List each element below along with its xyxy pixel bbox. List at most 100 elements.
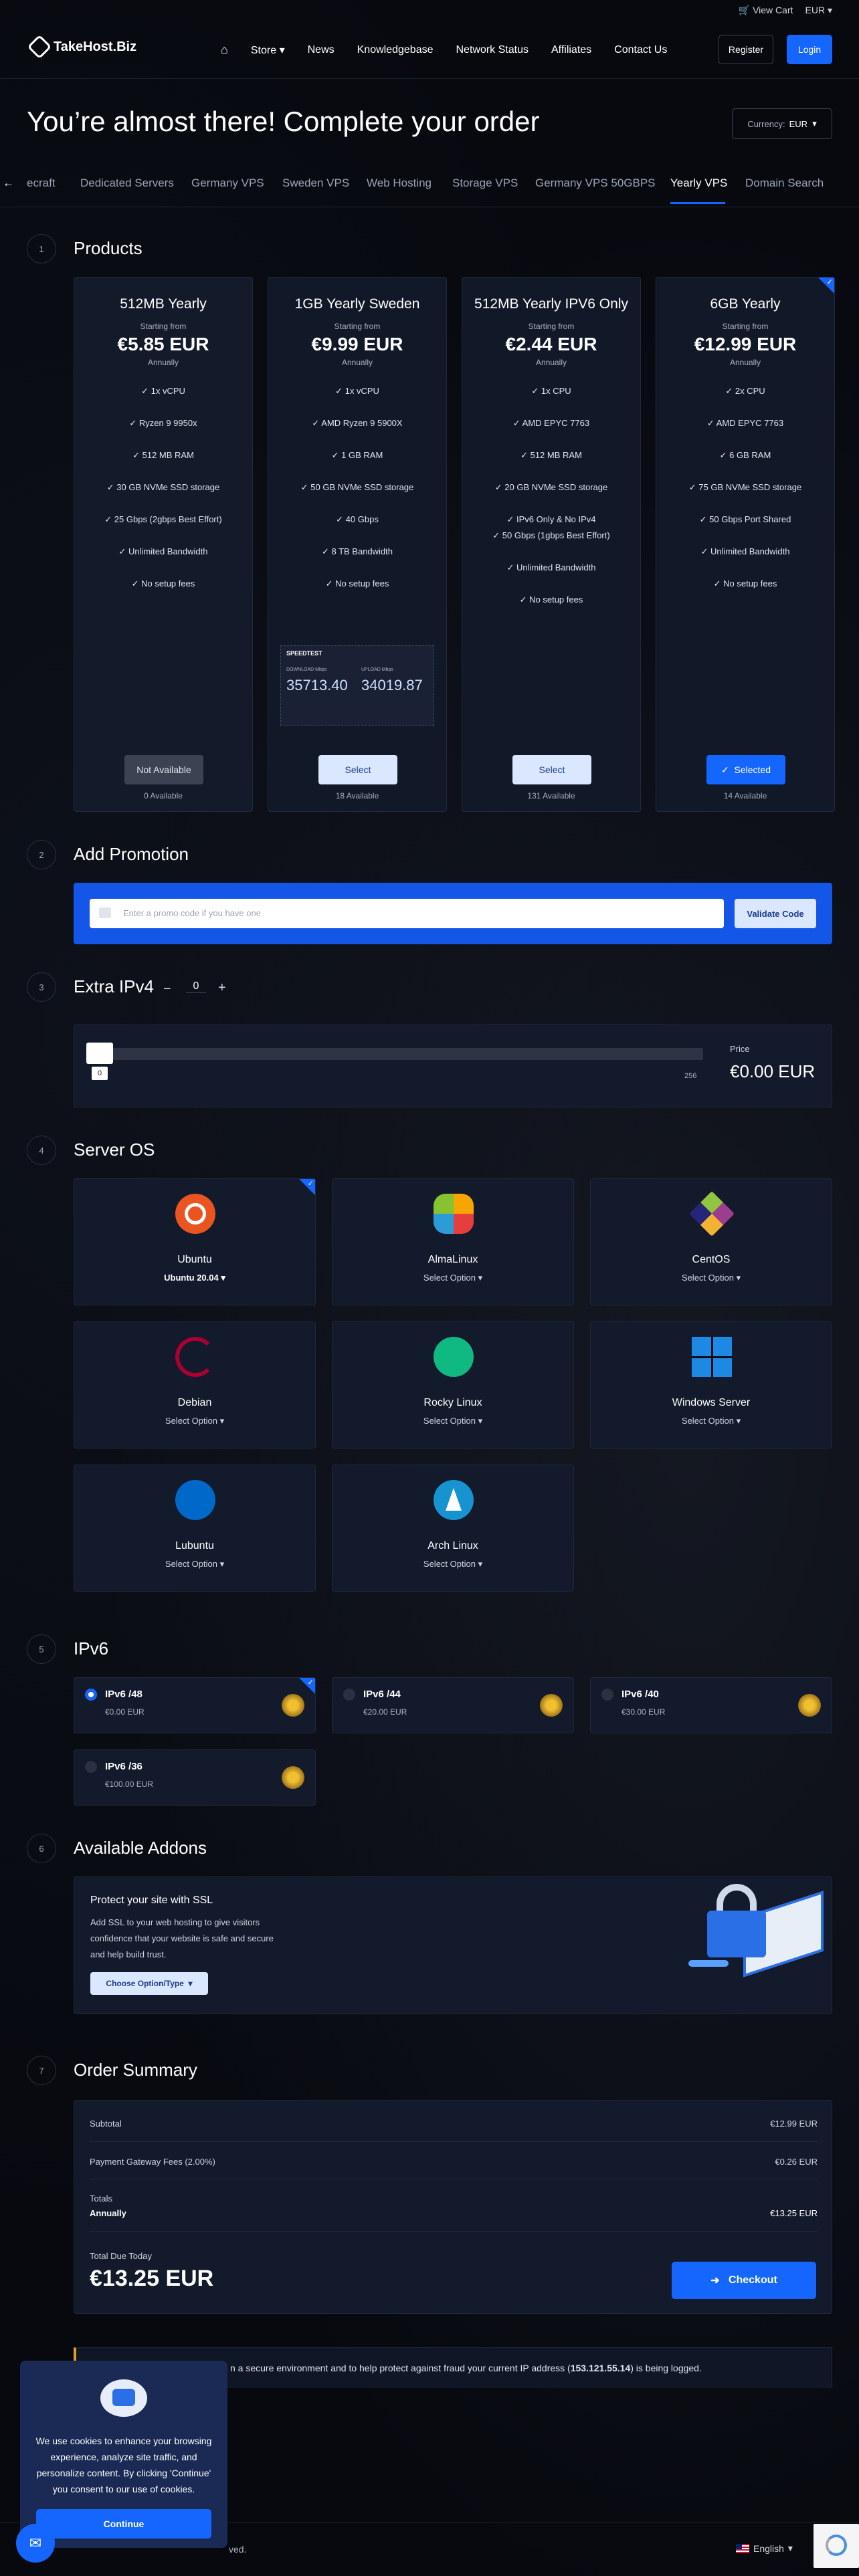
product-feature: ✓ 1x vCPU bbox=[141, 386, 185, 396]
tab-germany-vps-50gbps[interactable]: Germany VPS 50GBPS bbox=[535, 177, 656, 190]
tab-dedicated-servers[interactable]: Dedicated Servers bbox=[80, 177, 174, 190]
product-feature: ✓ No setup fees bbox=[713, 578, 777, 588]
product-feature: ✓ AMD Ryzen 9 5900X bbox=[312, 418, 403, 428]
select-button[interactable]: Select bbox=[318, 755, 397, 784]
tabs-scroll-left-icon[interactable]: ← bbox=[3, 177, 14, 190]
product-name: 512MB Yearly bbox=[120, 296, 207, 312]
language-selector[interactable]: English ▾ bbox=[736, 2543, 793, 2554]
nav-item-contact[interactable]: Contact Us bbox=[614, 44, 667, 56]
nav-item-news[interactable]: News bbox=[308, 44, 335, 56]
step-number: 1 bbox=[27, 234, 56, 263]
tab-minecraft[interactable]: ecraft bbox=[27, 177, 56, 190]
os-version-dropdown[interactable]: Select Option ▾ bbox=[332, 1416, 573, 1426]
chat-icon[interactable]: ✉ bbox=[16, 2524, 55, 2563]
os-card-debian[interactable]: Debian Select Option ▾ bbox=[74, 1321, 316, 1448]
currency-selector[interactable]: Currency: EUR ▾ bbox=[732, 108, 832, 139]
ipv4-quantity-input[interactable]: 0 bbox=[186, 980, 206, 993]
increment-button[interactable]: + bbox=[218, 980, 226, 996]
tab-germany-vps[interactable]: Germany VPS bbox=[191, 177, 264, 190]
product-price: €2.44 EUR bbox=[505, 334, 597, 354]
divider bbox=[90, 2231, 818, 2232]
decrement-button[interactable]: − bbox=[163, 982, 171, 997]
os-card-almalinux[interactable]: AlmaLinux Select Option ▾ bbox=[332, 1178, 574, 1305]
os-version-dropdown[interactable]: Select Option ▾ bbox=[591, 1273, 832, 1283]
cart-link[interactable]: 🛒 View Cart bbox=[739, 5, 793, 16]
os-name: AlmaLinux bbox=[427, 1254, 478, 1265]
tab-yearly-vps[interactable]: Yearly VPS bbox=[670, 177, 727, 190]
ipv6-option[interactable]: IPv6 /36 €100.00 EUR bbox=[74, 1749, 316, 1806]
checkout-label: Checkout bbox=[728, 2274, 777, 2286]
home-icon[interactable]: ⌂ bbox=[221, 43, 228, 57]
cookie-icon bbox=[100, 2379, 147, 2417]
radio-button[interactable] bbox=[85, 1761, 97, 1773]
view-cart-label: View Cart bbox=[753, 4, 793, 15]
ipv6-option-selected[interactable]: ✓ IPv6 /48 €0.00 EUR bbox=[74, 1677, 316, 1733]
os-card-windows-server[interactable]: Windows Server Select Option ▾ bbox=[590, 1321, 832, 1448]
subtotal-label: Subtotal bbox=[90, 2119, 122, 2129]
radio-button[interactable] bbox=[601, 1689, 613, 1701]
os-version-dropdown[interactable]: Select Option ▾ bbox=[74, 1559, 315, 1570]
register-button[interactable]: Register bbox=[719, 35, 773, 64]
promo-placeholder: Enter a promo code if you have one bbox=[123, 908, 261, 918]
ipv6-option[interactable]: IPv6 /40 €30.00 EUR bbox=[590, 1677, 832, 1733]
nav-item-network-status[interactable]: Network Status bbox=[456, 44, 529, 56]
radio-button[interactable] bbox=[343, 1689, 355, 1701]
section-title-products: Products bbox=[74, 238, 142, 258]
promo-input[interactable]: Enter a promo code if you have one bbox=[90, 899, 724, 928]
nav-item-knowledgebase[interactable]: Knowledgebase bbox=[357, 44, 434, 56]
os-card-lubuntu[interactable]: Lubuntu Select Option ▾ bbox=[74, 1465, 316, 1592]
subtotal-row: Subtotal €12.99 EUR bbox=[90, 2119, 818, 2129]
os-card-rocky-linux[interactable]: Rocky Linux Select Option ▾ bbox=[332, 1321, 574, 1448]
os-version-dropdown[interactable]: Select Option ▾ bbox=[591, 1416, 832, 1426]
nav-item-affiliates[interactable]: Affiliates bbox=[551, 44, 591, 56]
product-feature: ✓ 6 GB RAM bbox=[719, 450, 771, 460]
logo[interactable]: TakeHost.Biz bbox=[27, 34, 136, 60]
os-card-centos[interactable]: CentOS Select Option ▾ bbox=[590, 1178, 832, 1305]
currency-dropdown[interactable]: EUR ▾ bbox=[805, 5, 832, 16]
cookie-continue-button[interactable]: Continue bbox=[36, 2509, 211, 2539]
selected-button[interactable]: ✓ Selected bbox=[706, 755, 785, 784]
ipv6-option[interactable]: IPv6 /44 €20.00 EUR bbox=[332, 1677, 574, 1733]
tab-sweden-vps[interactable]: Sweden VPS bbox=[282, 177, 349, 190]
product-feature: ✓ AMD EPYC 7763 bbox=[706, 418, 784, 428]
product-feature: ✓ Ryzen 9 9950x bbox=[129, 418, 197, 428]
os-version-dropdown[interactable]: Select Option ▾ bbox=[332, 1273, 573, 1283]
section-title-order-summary: Order Summary bbox=[74, 2060, 197, 2080]
login-button[interactable]: Login bbox=[787, 35, 832, 64]
product-price: €9.99 EUR bbox=[311, 334, 403, 354]
product-feature: ✓ 1x CPU bbox=[531, 386, 571, 396]
checkout-button[interactable]: ➜ Checkout bbox=[672, 2262, 816, 2299]
nav-item-store[interactable]: Store ▾ bbox=[251, 43, 285, 57]
ipv4-slider-track[interactable] bbox=[88, 1048, 703, 1060]
ipv4-slider-handle[interactable] bbox=[86, 1043, 113, 1064]
os-card-arch-linux[interactable]: Arch Linux Select Option ▾ bbox=[332, 1465, 574, 1592]
os-version-dropdown[interactable]: Select Option ▾ bbox=[74, 1416, 315, 1426]
tab-storage-vps[interactable]: Storage VPS bbox=[452, 177, 518, 190]
radio-button[interactable] bbox=[85, 1689, 97, 1701]
ipv6-option-price: €30.00 EUR bbox=[622, 1707, 666, 1717]
totals-label: Totals bbox=[90, 2193, 112, 2204]
product-feature: ✓ 1 GB RAM bbox=[331, 450, 383, 460]
os-name: Windows Server bbox=[672, 1397, 751, 1408]
choose-option-dropdown[interactable]: Choose Option/Type ▾ bbox=[90, 1972, 208, 1995]
section-title-addons: Available Addons bbox=[74, 1838, 207, 1858]
cookie-consent-banner: We use cookies to enhance your browsing … bbox=[20, 2361, 227, 2548]
validate-code-button[interactable]: Validate Code bbox=[735, 899, 816, 928]
top-utility-bar: 🛒 View Cart EUR ▾ bbox=[0, 0, 859, 20]
fees-label: Payment Gateway Fees (2.00%) bbox=[90, 2157, 215, 2167]
os-version-dropdown[interactable]: Select Option ▾ bbox=[332, 1559, 573, 1570]
rocky-linux-logo-icon bbox=[434, 1337, 474, 1377]
product-starting-label: Starting from bbox=[140, 322, 187, 331]
fees-row: Payment Gateway Fees (2.00%) €0.26 EUR bbox=[90, 2157, 818, 2167]
select-button[interactable]: Select bbox=[512, 755, 591, 784]
tab-web-hosting[interactable]: Web Hosting bbox=[367, 177, 432, 190]
arch-linux-logo-icon bbox=[434, 1480, 474, 1520]
step-number: 5 bbox=[27, 1634, 56, 1664]
os-version-dropdown[interactable]: Ubuntu 20.04 ▾ bbox=[74, 1273, 315, 1283]
divider bbox=[90, 2141, 818, 2142]
tab-domain-search[interactable]: Domain Search bbox=[745, 177, 824, 190]
annually-label: Annually bbox=[90, 2208, 126, 2218]
os-card-ubuntu[interactable]: ✓ Ubuntu Ubuntu 20.04 ▾ bbox=[74, 1178, 316, 1305]
os-name: Debian bbox=[177, 1397, 212, 1408]
product-availability: 14 Available bbox=[723, 791, 767, 800]
